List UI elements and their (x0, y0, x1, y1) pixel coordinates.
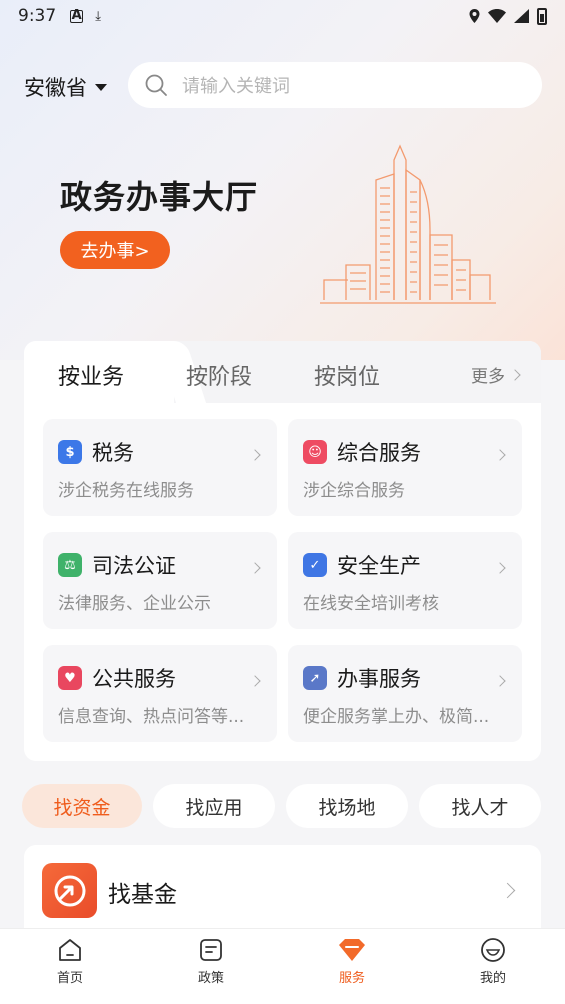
tab-by-business[interactable]: 按业务 (58, 359, 124, 391)
service-icon (339, 939, 365, 961)
signal-icon (514, 9, 529, 23)
province-selector[interactable]: 安徽省 (24, 72, 107, 102)
find-tab-venues[interactable]: 找场地 (286, 784, 408, 828)
service-desc: 信息查询、热点问答等... (58, 707, 245, 727)
nav-home[interactable]: 首页 (30, 929, 110, 986)
service-desc: 在线安全培训考核 (303, 594, 439, 614)
service-desc: 涉企综合服务 (303, 481, 405, 501)
hero-title: 政务办事大厅 (60, 178, 259, 216)
chevron-right-icon (499, 882, 516, 899)
go-do-button[interactable]: 去办事> (60, 231, 170, 269)
service-card: 按业务 按阶段 按岗位 更多 $ 税务 涉企税务在线服务 ☺ 综合服务 涉企综合… (24, 341, 541, 761)
tax-icon: $ (58, 440, 82, 464)
service-item-comprehensive[interactable]: ☺ 综合服务 涉企综合服务 (288, 419, 522, 516)
chevron-right-icon (509, 368, 521, 381)
service-item-judicial[interactable]: ⚖ 司法公证 法律服务、企业公示 (43, 532, 277, 629)
chevron-right-icon (249, 449, 261, 461)
service-item-tax[interactable]: $ 税务 涉企税务在线服务 (43, 419, 277, 516)
nav-service[interactable]: 服务 (312, 929, 392, 986)
more-label: 更多 (471, 367, 505, 387)
nav-label: 服务 (338, 971, 365, 986)
fund-entry[interactable]: 找基金 (24, 845, 541, 940)
nav-label: 首页 (56, 971, 83, 986)
caret-down-icon (95, 83, 107, 91)
service-item-safety[interactable]: ✓ 安全生产 在线安全培训考核 (288, 532, 522, 629)
service-tabs: 按业务 按阶段 按岗位 更多 (24, 341, 541, 403)
service-name: 综合服务 (337, 441, 421, 465)
service-name: 办事服务 (337, 667, 421, 691)
find-tab-funds[interactable]: 找资金 (22, 784, 142, 828)
service-name: 司法公证 (92, 554, 176, 578)
home-icon (59, 939, 81, 961)
find-tab-apps[interactable]: 找应用 (153, 784, 275, 828)
find-tab-talent[interactable]: 找人才 (419, 784, 541, 828)
more-link[interactable]: 更多 (471, 362, 521, 387)
gavel-icon: ⚖ (58, 553, 82, 577)
notification-a-icon: A (70, 7, 84, 23)
service-desc: 涉企税务在线服务 (58, 481, 194, 501)
heart-icon: ♥ (58, 666, 82, 690)
profile-icon (481, 938, 505, 962)
search-icon (145, 74, 167, 96)
service-desc: 法律服务、企业公示 (58, 594, 211, 614)
location-icon (469, 9, 480, 23)
service-name: 安全生产 (337, 554, 421, 578)
download-icon: ⤓ (95, 8, 101, 24)
top-bar: 安徽省 请输入关键词 (0, 60, 565, 110)
fund-name: 找基金 (108, 882, 177, 908)
nav-label: 我的 (479, 971, 506, 986)
wifi-icon (488, 9, 506, 23)
tab-by-position[interactable]: 按岗位 (314, 359, 380, 391)
people-icon: ☺ (303, 440, 327, 464)
policy-icon (200, 939, 222, 961)
buildings-illustration (320, 144, 496, 304)
status-time: 9:37 (18, 6, 57, 26)
search-placeholder: 请输入关键词 (182, 76, 290, 97)
nav-label: 政策 (197, 971, 224, 986)
chevron-right-icon (494, 449, 506, 461)
chevron-right-icon (494, 562, 506, 574)
service-item-affairs[interactable]: ➚ 办事服务 便企服务掌上办、极简... (288, 645, 522, 742)
chevron-right-icon (494, 675, 506, 687)
service-item-public[interactable]: ♥ 公共服务 信息查询、热点问答等... (43, 645, 277, 742)
service-name: 公共服务 (92, 667, 176, 691)
service-name: 税务 (92, 441, 134, 465)
nav-profile[interactable]: 我的 (453, 929, 533, 986)
nav-policy[interactable]: 政策 (171, 929, 251, 986)
service-desc: 便企服务掌上办、极简... (303, 707, 490, 727)
search-input[interactable]: 请输入关键词 (128, 62, 542, 108)
tab-by-stage[interactable]: 按阶段 (186, 359, 252, 391)
chevron-right-icon (249, 562, 261, 574)
find-tabs: 找资金 找应用 找场地 找人才 (22, 784, 542, 828)
battery-icon (537, 7, 547, 25)
province-label: 安徽省 (24, 76, 87, 100)
chevron-right-icon (249, 675, 261, 687)
shield-icon: ✓ (303, 553, 327, 577)
status-bar: 9:37 A ⤓ (0, 0, 565, 32)
bottom-nav: 首页 政策 服务 我的 (0, 928, 565, 1004)
fund-logo-icon (42, 863, 97, 918)
compass-icon: ➚ (303, 666, 327, 690)
